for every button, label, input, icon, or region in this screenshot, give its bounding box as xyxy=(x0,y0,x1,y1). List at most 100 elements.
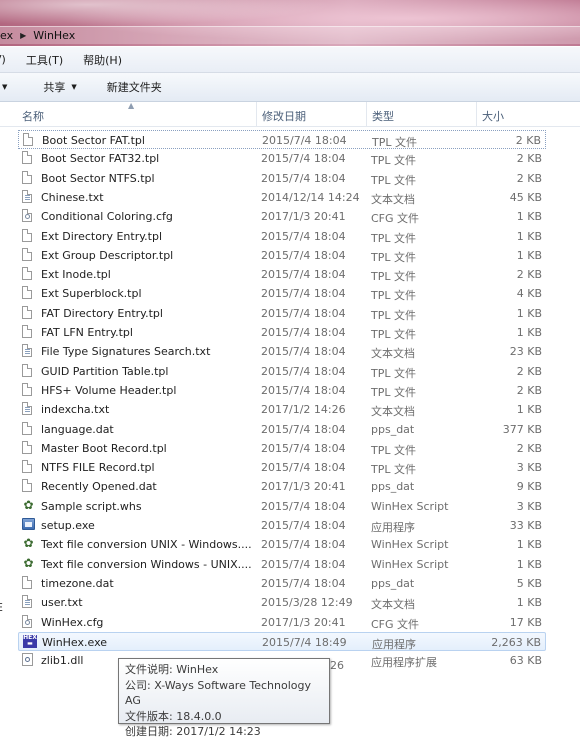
file-modified-date: 2015/7/4 18:04 xyxy=(261,287,346,301)
column-name-header[interactable]: 名称 xyxy=(22,108,44,124)
file-type: TPL 文件 xyxy=(371,463,416,477)
text-file-icon xyxy=(22,595,34,609)
chevron-down-icon: ▼ xyxy=(71,83,77,91)
executable-icon xyxy=(22,518,35,532)
file-name: FAT LFN Entry.tpl xyxy=(41,326,133,339)
document-icon xyxy=(22,325,34,339)
file-size: 2 KB xyxy=(516,383,542,397)
file-row[interactable]: Ext Inode.tpl 2015/7/4 18:04 TPL 文件 2 KB xyxy=(18,265,546,284)
file-row[interactable]: Conditional Coloring.cfg 2017/1/3 20:41 CF… xyxy=(18,207,546,226)
tooltip-company: 公司: X-Ways Software Technology AG xyxy=(125,678,311,708)
file-row[interactable]: Ext Superblock.tpl 2015/7/4 18:04 TPL 文件 4 … xyxy=(18,284,546,303)
share-button[interactable]: 共享 ▼ xyxy=(19,79,88,95)
file-modified-date: 2015/7/4 18:04 xyxy=(261,345,346,359)
file-name: Master Boot Record.tpl xyxy=(41,441,167,455)
file-modified-date: 2017/1/3 20:41 xyxy=(261,615,346,629)
share-label: 共享 xyxy=(43,81,66,94)
text-file-icon xyxy=(22,189,34,204)
document-icon xyxy=(22,247,34,262)
menu-tools[interactable]: 工具(T) xyxy=(16,52,73,68)
file-name: Sample script.whs xyxy=(41,499,142,513)
file-type: TPL 文件 xyxy=(371,385,416,399)
document-icon xyxy=(22,460,34,474)
file-row[interactable]: HFS+ Volume Header.tpl 2015/7/4 18:04 TPL … xyxy=(18,381,546,400)
document-icon xyxy=(22,267,34,281)
address-bar[interactable]: ex ▶ WinHex xyxy=(0,26,580,44)
column-date-header[interactable]: 修改日期 xyxy=(262,108,306,124)
file-name: Text file conversion UNIX - Windows.... xyxy=(41,538,252,552)
file-name: HFS+ Volume Header.tpl xyxy=(41,383,177,397)
menu-view[interactable]: V) xyxy=(0,53,16,66)
column-divider[interactable] xyxy=(476,102,477,126)
file-size: 2 KB xyxy=(516,364,542,378)
file-row[interactable]: Boot Sector FAT32.tpl 2015/7/4 18:04 TPL 文… xyxy=(18,149,546,168)
file-type: 文本文档 xyxy=(371,347,415,361)
menu-help[interactable]: 帮助(H) xyxy=(73,52,132,68)
file-row[interactable]: Master Boot Record.tpl 2015/7/4 18:04 TPL … xyxy=(18,439,546,458)
file-name: Conditional Coloring.cfg xyxy=(41,210,173,224)
file-row[interactable]: ✿ Sample script.whs 2015/7/4 18:04 WinHex S… xyxy=(18,497,546,516)
file-size: 33 KB xyxy=(509,519,542,532)
file-size: 9 KB xyxy=(516,480,542,494)
file-row[interactable]: timezone.dat 2015/7/4 18:04 pps_dat 5 KB xyxy=(18,574,546,593)
file-size: 3 KB xyxy=(516,461,542,475)
file-modified-date: 2015/7/4 18:04 xyxy=(261,499,346,513)
file-row[interactable]: user.txt 2015/3/28 12:49 文本文档 1 KB xyxy=(18,593,546,612)
column-type-header[interactable]: 类型 xyxy=(372,108,394,124)
file-modified-date: 2015/7/4 18:04 xyxy=(261,364,346,378)
file-modified-date: 2015/7/4 18:04 xyxy=(261,383,346,397)
file-row[interactable]: FAT Directory Entry.tpl 2015/7/4 18:04 TPL… xyxy=(18,304,546,323)
new-folder-button[interactable]: 新建文件夹 xyxy=(89,79,174,95)
file-type: CFG 文件 xyxy=(371,212,420,226)
file-row[interactable]: Boot Sector FAT.tpl 2015/7/4 18:04 TPL 文件 2… xyxy=(18,130,546,149)
file-modified-date: 2015/7/4 18:04 xyxy=(261,171,346,185)
file-type: 应用程序扩展 xyxy=(371,656,437,670)
breadcrumb-current[interactable]: WinHex xyxy=(33,29,75,42)
file-row[interactable]: GUID Partition Table.tpl 2015/7/4 18:04 TP… xyxy=(18,362,546,381)
file-row[interactable]: HEX ▬ WinHex.exe 2015/7/4 18:49 应用程序 2,263 KB xyxy=(18,631,546,651)
file-row[interactable]: FAT LFN Entry.tpl 2015/7/4 18:04 TPL 文件 1 K… xyxy=(18,323,546,342)
file-size: 1 KB xyxy=(516,538,542,552)
breadcrumb-parent[interactable]: ex xyxy=(0,29,13,42)
document-icon xyxy=(22,421,34,436)
file-type: TPL 文件 xyxy=(371,231,416,245)
toolbar: ▼ 共享 ▼ 新建文件夹 xyxy=(0,73,580,102)
document-icon xyxy=(22,440,34,455)
file-row[interactable]: Ext Directory Entry.tpl 2015/7/4 18:04 TPL… xyxy=(18,227,546,246)
column-divider[interactable] xyxy=(366,102,367,126)
file-modified-date: 2014/12/14 14:24 xyxy=(261,190,360,204)
file-row[interactable]: Chinese.txt 2014/12/14 14:24 文本文档 45 KB xyxy=(18,188,546,207)
file-type: TPL 文件 xyxy=(371,308,416,322)
file-name: setup.exe xyxy=(41,519,95,532)
file-size: 63 KB xyxy=(509,654,542,668)
file-row[interactable]: language.dat 2015/7/4 18:04 pps_dat 377 KB xyxy=(18,420,546,439)
column-size-header[interactable]: 大小 xyxy=(482,108,504,124)
file-info-tooltip: 文件说明: WinHex 公司: X-Ways Software Technol… xyxy=(118,658,330,738)
file-row[interactable]: Boot Sector NTFS.tpl 2015/7/4 18:04 TPL 文件… xyxy=(18,169,546,188)
text-file-icon xyxy=(22,344,34,358)
breadcrumb-arrow-icon[interactable]: ▶ xyxy=(20,31,26,40)
document-icon xyxy=(22,382,34,397)
file-row[interactable]: indexcha.txt 2017/1/2 14:26 文本文档 1 KB xyxy=(18,400,546,419)
file-size: 1 KB xyxy=(516,229,542,243)
file-size: 3 KB xyxy=(516,499,542,513)
file-row[interactable]: Ext Group Descriptor.tpl 2015/7/4 18:04 TP… xyxy=(18,246,546,265)
file-size: 2 KB xyxy=(515,134,541,147)
file-size: 1 KB xyxy=(516,248,542,262)
file-row[interactable]: ✿ Text file conversion Windows - UNIX....… xyxy=(18,555,546,574)
file-row[interactable]: Recently Opened.dat 2017/1/3 20:41 pps_dat… xyxy=(18,477,546,496)
organize-dropdown-arrow[interactable]: ▼ xyxy=(0,83,19,91)
file-name: language.dat xyxy=(41,422,114,436)
file-row[interactable]: setup.exe 2015/7/4 18:04 应用程序 33 KB xyxy=(18,516,546,535)
file-row[interactable]: WinHex.cfg 2017/1/3 20:41 CFG 文件 17 KB xyxy=(18,613,546,632)
file-modified-date: 2015/7/4 18:04 xyxy=(261,248,346,262)
file-row[interactable]: File Type Signatures Search.txt 2015/7/4 … xyxy=(18,342,546,361)
file-modified-date: 2015/7/4 18:04 xyxy=(261,326,346,339)
file-modified-date: 2017/1/2 14:26 xyxy=(261,403,346,417)
file-row[interactable]: ✿ Text file conversion UNIX - Windows....… xyxy=(18,535,546,554)
file-size: 2 KB xyxy=(516,268,542,282)
file-type: TPL 文件 xyxy=(371,270,416,284)
file-type: TPL 文件 xyxy=(371,250,416,264)
file-row[interactable]: NTFS FILE Record.tpl 2015/7/4 18:04 TPL 文件… xyxy=(18,458,546,477)
column-divider[interactable] xyxy=(256,102,257,126)
